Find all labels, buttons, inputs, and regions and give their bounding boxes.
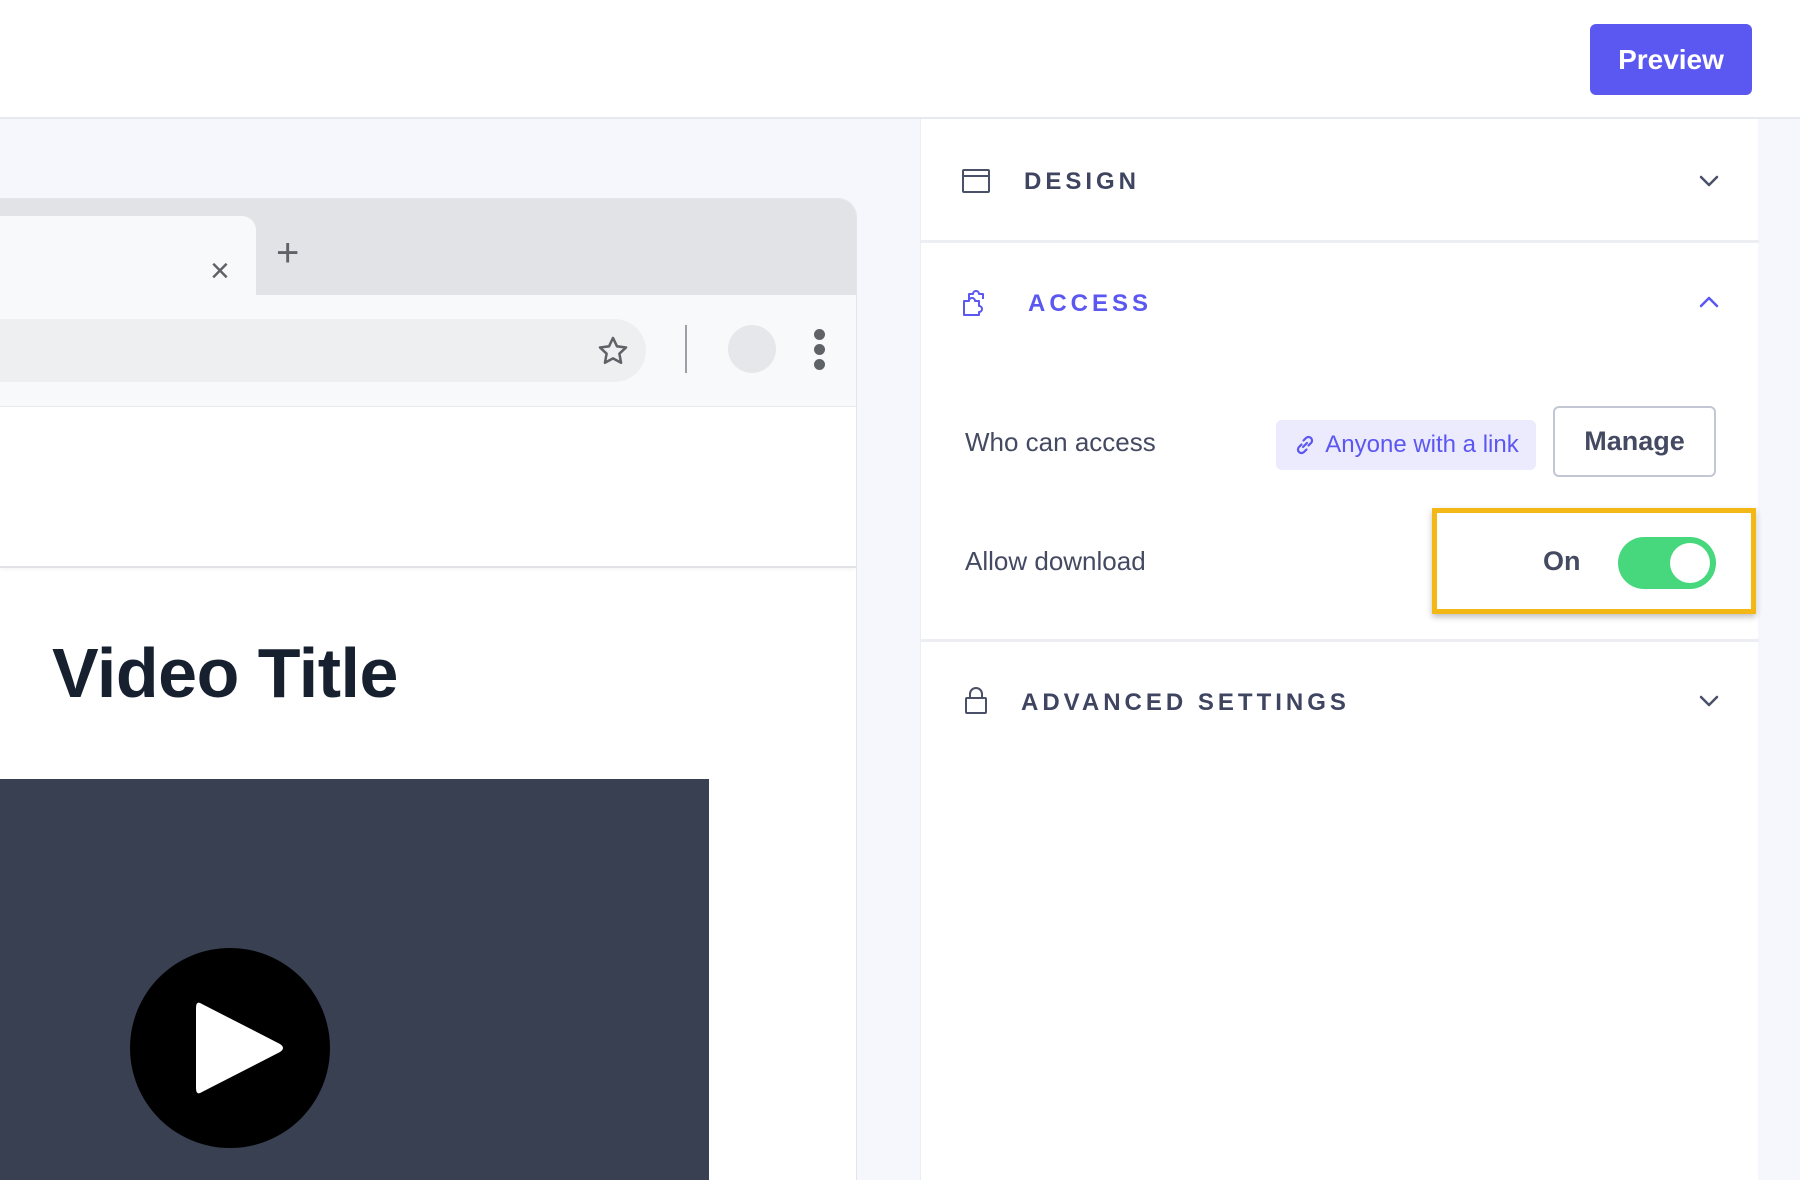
section-design-title: DESIGN [1024,168,1141,195]
access-level-chip[interactable]: Anyone with a link [1276,420,1536,470]
play-icon [196,1002,283,1094]
video-title: Video Title [52,634,398,712]
toggle-knob [1670,543,1710,583]
plus-icon[interactable]: + [276,233,299,273]
browser-tab[interactable]: × [0,216,256,295]
browser-mockup: × + Video Title [0,199,856,1180]
lock-icon [965,687,987,714]
chevron-down-icon[interactable] [1697,169,1721,193]
manage-access-button[interactable]: Manage [1553,406,1716,477]
more-vert-icon[interactable] [814,329,826,371]
profile-avatar[interactable] [728,325,776,373]
access-level-label: Anyone with a link [1325,431,1519,458]
top-bar: Preview [0,0,1800,119]
preview-button[interactable]: Preview [1590,24,1752,95]
chevron-down-icon[interactable] [1697,689,1721,713]
address-bar[interactable] [0,319,646,382]
settings-panel: DESIGN ACCESS Who can access Allow downl… [920,119,1759,1180]
browser-toolbar [0,295,856,406]
window-icon [962,169,990,193]
section-advanced-title: ADVANCED SETTINGS [1021,689,1350,716]
allow-download-label: Allow download [965,546,1146,576]
download-toggle-state: On [1543,546,1581,576]
section-design-header[interactable]: DESIGN [921,119,1759,243]
link-icon [1297,435,1314,455]
star-icon[interactable] [596,334,630,368]
chevron-up-icon[interactable] [1697,290,1721,314]
allow-download-toggle[interactable] [1618,537,1716,589]
browser-tabstrip: × + [0,199,856,295]
toolbar-divider [685,325,687,373]
puzzle-icon [963,290,984,316]
section-advanced-header[interactable]: ADVANCED SETTINGS [921,642,1759,766]
section-access-title: ACCESS [1028,290,1153,317]
who-can-access-label: Who can access [965,427,1156,457]
play-button[interactable] [130,948,330,1148]
close-icon[interactable]: × [210,254,230,288]
section-access-header[interactable]: ACCESS [921,243,1759,367]
video-player[interactable] [0,779,709,1180]
page-header-area [0,406,856,568]
